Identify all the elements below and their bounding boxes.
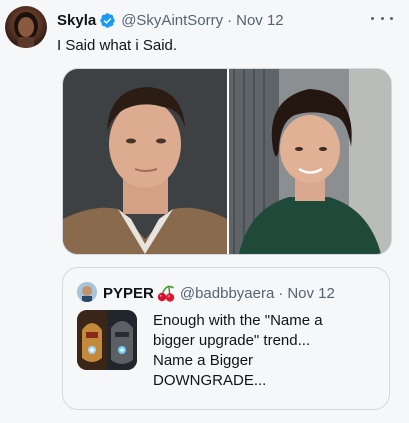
separator-dot: · <box>227 11 233 29</box>
quoted-text-line: Name a Bigger <box>153 352 254 369</box>
author-handle[interactable]: @SkyAintSorry <box>121 12 223 29</box>
more-options-icon[interactable] <box>371 11 393 25</box>
cherries-icon <box>156 284 176 302</box>
quoted-tweet[interactable]: PYPER @badbbyaera · Nov 12 Enough with t… <box>62 267 390 410</box>
quoted-text-line: Enough with the "Name a <box>153 312 323 329</box>
quoted-media-left <box>77 310 107 370</box>
tweet-media <box>62 68 392 255</box>
tweet-text: I Said what i Said. <box>57 37 178 54</box>
quoted-media-right <box>107 310 137 370</box>
separator-dot: · <box>278 284 284 302</box>
quoted-media-thumbnail <box>77 310 137 370</box>
author-display-name[interactable]: Skyla <box>57 12 96 29</box>
quoted-author-display-name: PYPER <box>103 284 154 302</box>
tweet-header: Skyla @SkyAintSorry · Nov 12 <box>57 10 284 30</box>
quoted-text-line: DOWNGRADE... <box>153 372 267 389</box>
quoted-text-line: bigger upgrade" trend... <box>153 332 311 349</box>
quoted-tweet-text: Enough with the "Name a bigger upgrade" … <box>153 311 381 391</box>
verified-badge-icon <box>99 12 116 29</box>
quoted-author-handle: @badbbyaera <box>179 284 275 302</box>
media-photo-2[interactable] <box>229 69 391 254</box>
avatar-image <box>14 12 38 48</box>
quoted-author-avatar <box>77 282 97 302</box>
tweet-date[interactable]: Nov 12 <box>236 12 284 29</box>
tweet-card[interactable]: Skyla @SkyAintSorry · Nov 12 I Said what… <box>0 0 409 423</box>
quoted-tweet-date: Nov 12 <box>287 284 335 302</box>
quoted-tweet-header: PYPER @badbbyaera · Nov 12 <box>103 283 335 303</box>
media-photo-1[interactable] <box>63 69 229 254</box>
author-avatar[interactable] <box>5 6 47 48</box>
